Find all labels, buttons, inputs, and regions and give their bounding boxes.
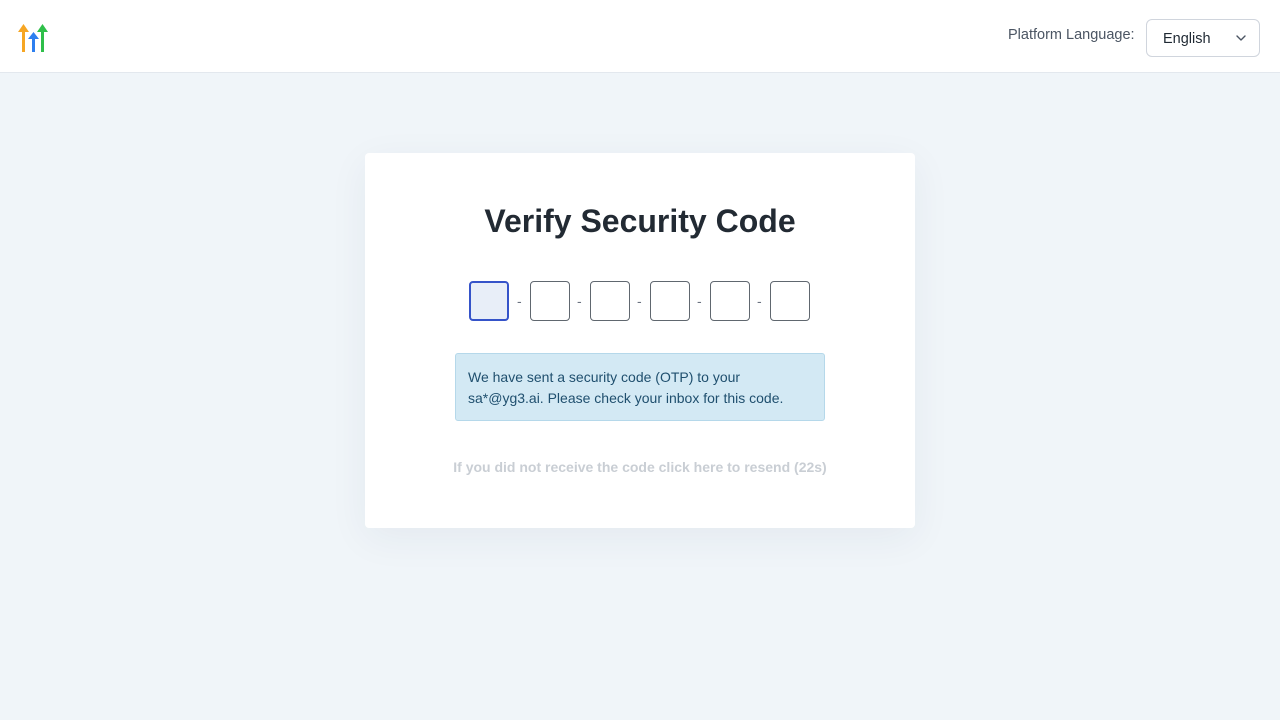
otp-separator: - (517, 293, 522, 309)
page-title: Verify Security Code (484, 203, 796, 239)
logo-icon[interactable] (18, 24, 50, 54)
otp-digit-4[interactable] (650, 281, 690, 321)
otp-digit-3[interactable] (590, 281, 630, 321)
otp-sent-notice: We have sent a security code (OTP) to yo… (455, 353, 825, 421)
otp-digit-1[interactable] (469, 281, 509, 321)
otp-digit-6[interactable] (770, 281, 810, 321)
otp-digit-5[interactable] (710, 281, 750, 321)
verify-card: Verify Security Code - - - - - We have s… (365, 153, 915, 528)
platform-language-label: Platform Language: (1008, 27, 1135, 43)
otp-separator: - (637, 293, 642, 309)
otp-separator: - (757, 293, 762, 309)
otp-separator: - (577, 293, 582, 309)
chevron-down-icon (1236, 35, 1246, 41)
otp-separator: - (697, 293, 702, 309)
language-select-value: English (1163, 31, 1211, 47)
otp-digit-2[interactable] (530, 281, 570, 321)
top-bar: Platform Language: English (0, 0, 1280, 73)
resend-code-link[interactable]: If you did not receive the code click he… (365, 459, 915, 475)
language-select[interactable]: English (1146, 19, 1260, 57)
